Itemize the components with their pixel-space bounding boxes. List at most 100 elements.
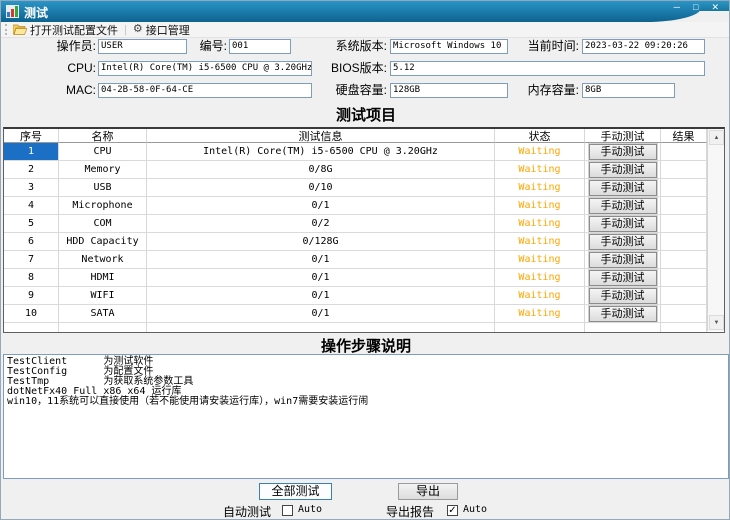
export-report-value: Auto — [463, 504, 487, 515]
cell-name: Microphone — [59, 197, 147, 215]
cell-result — [661, 305, 707, 323]
cell-no: 9 — [4, 287, 59, 305]
manual-test-button[interactable]: 手动测试 — [589, 144, 657, 160]
manual-test-button[interactable]: 手动测试 — [589, 288, 657, 304]
cell-info: 0/10 — [147, 179, 495, 197]
export-report-checkbox[interactable]: ✓ — [447, 505, 458, 516]
cell-no: 4 — [4, 197, 59, 215]
manual-test-button[interactable]: 手动测试 — [589, 216, 657, 232]
operator-field[interactable]: USER — [98, 39, 187, 54]
cell-no: 10 — [4, 305, 59, 323]
manual-test-button[interactable]: 手动测试 — [589, 198, 657, 214]
manual-test-button[interactable]: 手动测试 — [589, 270, 657, 286]
cell-status: Waiting — [495, 269, 585, 287]
time-field[interactable]: 2023-03-22 09:20:26 — [582, 39, 705, 54]
minimize-button[interactable]: ─ — [674, 2, 680, 13]
export-report-label: 导出报告 — [386, 503, 434, 520]
table-row[interactable]: 7 Network 0/1 Waiting 手动测试 — [4, 251, 707, 269]
cell-status: Waiting — [495, 305, 585, 323]
cell-name: USB — [59, 179, 147, 197]
app-window: 测试 ─ □ ✕ 打开测试配置文件 | ⚙ 接口管理 操作员: USER 编号:… — [0, 0, 730, 520]
cell-name: HDMI — [59, 269, 147, 287]
column-header-status: 状态 — [495, 129, 585, 143]
manual-test-button[interactable]: 手动测试 — [589, 234, 657, 250]
cell-name: CPU — [59, 143, 147, 161]
cell-info: 0/1 — [147, 269, 495, 287]
export-button[interactable]: 导出 — [398, 483, 458, 500]
cpu-field[interactable]: Intel(R) Core(TM) i5-6500 CPU @ 3.20GHz — [98, 61, 312, 76]
cell-info: Intel(R) Core(TM) i5-6500 CPU @ 3.20GHz — [147, 143, 495, 161]
table-scrollbar[interactable]: ▲ ▼ — [707, 129, 724, 331]
manual-test-button[interactable]: 手动测试 — [589, 252, 657, 268]
window-title: 测试 — [24, 4, 48, 21]
cell-no: 3 — [4, 179, 59, 197]
open-config-label: 打开测试配置文件 — [30, 22, 118, 38]
cell-info: 0/1 — [147, 287, 495, 305]
bios-field[interactable]: 5.12 — [390, 61, 705, 76]
mac-field[interactable]: 04-2B-58-0F-64-CE — [98, 83, 312, 98]
cell-result — [661, 161, 707, 179]
auto-test-label: 自动测试 — [223, 503, 271, 520]
number-field[interactable]: 001 — [229, 39, 291, 54]
auto-test-checkbox[interactable] — [282, 505, 293, 516]
cell-no: 7 — [4, 251, 59, 269]
table-row[interactable]: 10 SATA 0/1 Waiting 手动测试 — [4, 305, 707, 323]
cell-name: Memory — [59, 161, 147, 179]
manual-test-button[interactable]: 手动测试 — [589, 180, 657, 196]
table-row[interactable]: 2 Memory 0/8G Waiting 手动测试 — [4, 161, 707, 179]
mac-label: MAC: — [21, 83, 96, 98]
steps-section-title: 操作步骤说明 — [1, 335, 730, 356]
table-row[interactable]: 8 HDMI 0/1 Waiting 手动测试 — [4, 269, 707, 287]
column-header-result: 结果 — [661, 129, 707, 143]
cell-status: Waiting — [495, 251, 585, 269]
operator-label: 操作员: — [21, 39, 96, 54]
manual-test-button[interactable]: 手动测试 — [589, 306, 657, 322]
cell-info: 0/1 — [147, 251, 495, 269]
cell-name: HDD Capacity — [59, 233, 147, 251]
memory-field[interactable]: 8GB — [582, 83, 675, 98]
scroll-up-icon[interactable]: ▲ — [709, 130, 724, 145]
test-table: 序号 名称 测试信息 状态 手动测试 结果 1 CPU Intel(R) Cor… — [3, 127, 725, 333]
cell-status: Waiting — [495, 197, 585, 215]
os-label: 系统版本: — [323, 39, 387, 54]
cell-name: COM — [59, 215, 147, 233]
disk-field[interactable]: 128GB — [390, 83, 508, 98]
table-row[interactable]: 4 Microphone 0/1 Waiting 手动测试 — [4, 197, 707, 215]
manual-test-button[interactable]: 手动测试 — [589, 162, 657, 178]
cpu-label: CPU: — [21, 61, 96, 76]
test-table-body: 1 CPU Intel(R) Core(TM) i5-6500 CPU @ 3.… — [4, 143, 707, 323]
time-label: 当前时间: — [514, 39, 579, 54]
cell-no: 8 — [4, 269, 59, 287]
memory-label: 内存容量: — [514, 83, 579, 98]
cell-result — [661, 251, 707, 269]
table-row[interactable]: 9 WIFI 0/1 Waiting 手动测试 — [4, 287, 707, 305]
scroll-down-icon[interactable]: ▼ — [709, 315, 724, 330]
table-header-row: 序号 名称 测试信息 状态 手动测试 结果 — [4, 129, 707, 143]
auto-test-value: Auto — [298, 504, 322, 515]
open-config-button[interactable]: 打开测试配置文件 — [11, 22, 120, 38]
cell-status: Waiting — [495, 287, 585, 305]
interface-mgmt-button[interactable]: ⚙ 接口管理 — [131, 22, 192, 38]
steps-textbox[interactable]: TestClient 为测试软件 TestConfig 为配置文件 TestTm… — [3, 354, 729, 479]
number-label: 编号: — [187, 39, 227, 54]
cell-result — [661, 287, 707, 305]
table-row[interactable]: 1 CPU Intel(R) Core(TM) i5-6500 CPU @ 3.… — [4, 143, 707, 161]
cell-status: Waiting — [495, 161, 585, 179]
close-button[interactable]: ✕ — [711, 2, 719, 13]
app-icon — [6, 5, 19, 18]
column-header-name: 名称 — [59, 129, 147, 143]
cell-status: Waiting — [495, 233, 585, 251]
table-row[interactable]: 6 HDD Capacity 0/128G Waiting 手动测试 — [4, 233, 707, 251]
cell-result — [661, 143, 707, 161]
table-row[interactable]: 5 COM 0/2 Waiting 手动测试 — [4, 215, 707, 233]
os-field[interactable]: Microsoft Windows 10 专 — [390, 39, 508, 54]
cell-name: Network — [59, 251, 147, 269]
maximize-button[interactable]: □ — [693, 2, 698, 13]
bios-label: BIOS版本: — [323, 61, 387, 76]
open-folder-icon — [13, 24, 27, 35]
table-row[interactable]: 3 USB 0/10 Waiting 手动测试 — [4, 179, 707, 197]
cell-info: 0/2 — [147, 215, 495, 233]
test-all-button[interactable]: 全部测试 — [259, 483, 332, 500]
cell-info: 0/1 — [147, 305, 495, 323]
toolbar-separator: | — [124, 24, 127, 36]
